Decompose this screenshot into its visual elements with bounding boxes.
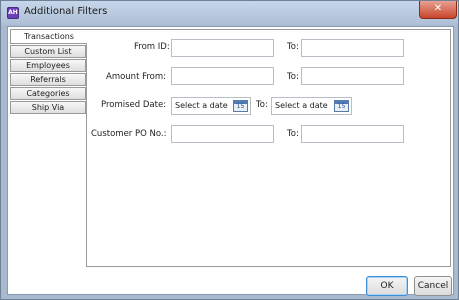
- ok-button[interactable]: OK: [366, 276, 408, 296]
- customer-po-from-input[interactable]: [171, 125, 274, 143]
- tab-transactions[interactable]: Transactions: [10, 29, 87, 44]
- promised-date-from-value: Select a date: [175, 101, 228, 110]
- tab-referrals[interactable]: Referrals: [10, 73, 86, 86]
- promised-date-to-picker[interactable]: Select a date 15: [271, 97, 352, 115]
- amount-to-label: To:: [287, 72, 299, 82]
- tab-categories[interactable]: Categories: [10, 87, 86, 100]
- to-id-input[interactable]: [301, 39, 404, 57]
- cancel-button[interactable]: Cancel: [414, 276, 452, 296]
- close-button[interactable]: ✕: [419, 1, 457, 19]
- promised-date-to-value: Select a date: [275, 101, 328, 110]
- from-id-to-label: To:: [287, 42, 299, 52]
- calendar-day-number: 15: [236, 103, 245, 110]
- calendar-icon[interactable]: 15: [334, 100, 349, 112]
- customer-po-to-label: To:: [287, 129, 299, 139]
- tab-employees[interactable]: Employees: [10, 59, 86, 72]
- title-bar[interactable]: AH Additional Filters ✕: [1, 1, 458, 25]
- transactions-panel: From ID: To: Amount From: To: Promised D…: [86, 29, 451, 267]
- promised-date-to-label: To:: [256, 100, 268, 110]
- amount-from-input[interactable]: [171, 67, 274, 85]
- window-title: Additional Filters: [24, 6, 108, 17]
- dialog-window: AH Additional Filters ✕ Transactions Cus…: [0, 0, 459, 300]
- tab-list: Transactions Custom List Employees Refer…: [10, 29, 87, 115]
- customer-po-label: Customer PO No.:: [91, 129, 167, 139]
- tab-ship-via[interactable]: Ship Via: [10, 101, 86, 114]
- customer-po-to-input[interactable]: [301, 125, 404, 143]
- app-icon: AH: [7, 7, 19, 19]
- from-id-input[interactable]: [171, 39, 274, 57]
- calendar-icon[interactable]: 15: [233, 100, 248, 112]
- promised-date-label: Promised Date:: [101, 100, 167, 110]
- amount-from-label: Amount From:: [106, 72, 167, 82]
- from-id-label: From ID:: [134, 42, 170, 52]
- dialog-body: Transactions Custom List Employees Refer…: [7, 26, 454, 296]
- tab-custom-list[interactable]: Custom List: [10, 45, 86, 58]
- promised-date-from-picker[interactable]: Select a date 15: [171, 97, 251, 115]
- calendar-day-number: 15: [337, 103, 346, 110]
- amount-to-input[interactable]: [301, 67, 404, 85]
